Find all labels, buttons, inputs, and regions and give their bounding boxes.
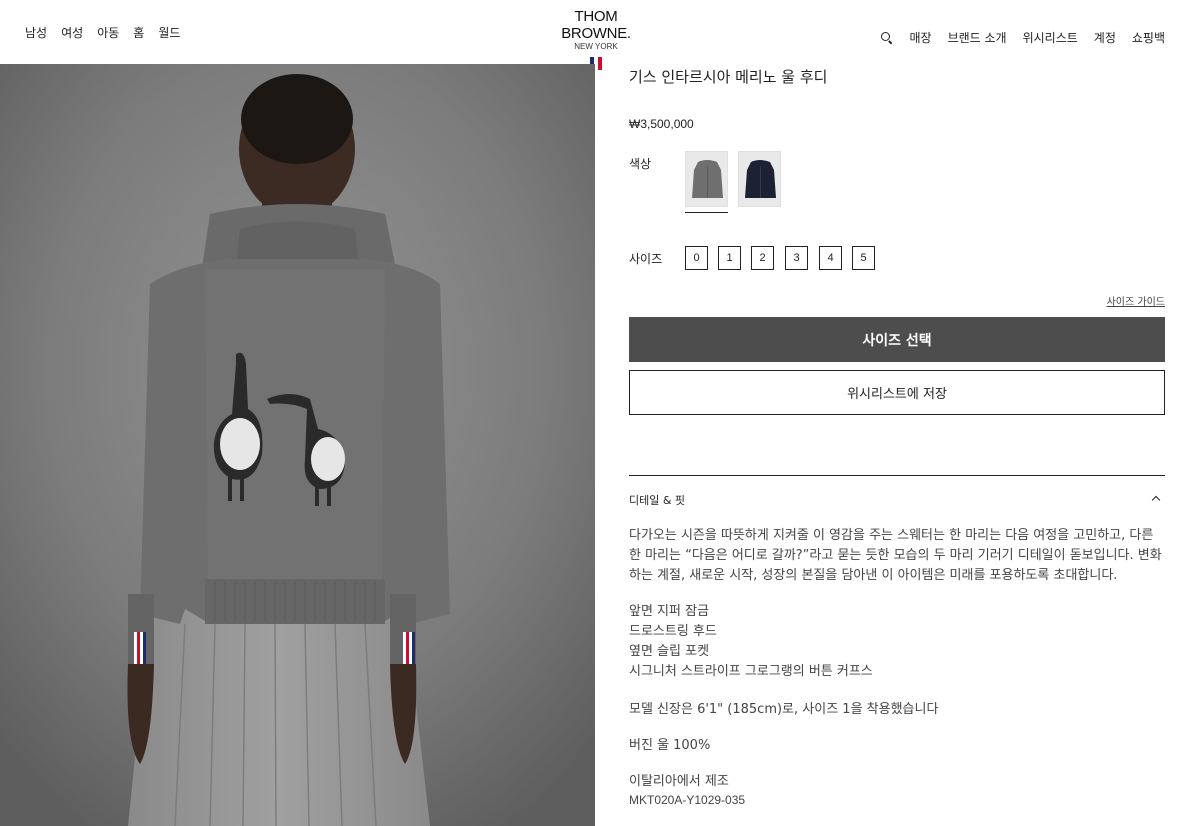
save-to-wishlist-button[interactable]: 위시리스트에 저장	[629, 370, 1165, 415]
product-description: 다가오는 시즌을 따뜻하게 지켜줄 이 영감을 주는 스웨터는 한 마리는 다음…	[629, 528, 1162, 583]
nav-kids[interactable]: 아동	[97, 24, 119, 41]
composition: 버진 울 100%	[629, 738, 711, 753]
grey-hoodie-thumbnail	[686, 152, 727, 206]
nav-stores[interactable]: 매장	[909, 29, 931, 46]
site-header: 남성 여성 아동 홈 월드 THOM BROWNE. NEW YORK 매장 브…	[0, 0, 1193, 70]
details-accordion-header[interactable]: 디테일 & 핏	[629, 492, 1165, 508]
nav-men[interactable]: 남성	[25, 24, 47, 41]
select-size-button[interactable]: 사이즈 선택	[629, 317, 1165, 362]
product-title: 기스 인타르시아 메리노 울 후디	[629, 68, 828, 86]
brand-logo[interactable]: THOM BROWNE. NEW YORK	[540, 8, 652, 70]
nav-right: 매장 브랜드 소개 위시리스트 계정 쇼핑백	[881, 29, 1165, 46]
size-label: 사이즈	[629, 252, 663, 266]
selected-color-indicator	[685, 212, 728, 213]
nav-wishlist[interactable]: 위시리스트	[1023, 29, 1078, 46]
section-divider	[629, 475, 1165, 476]
nav-women[interactable]: 여성	[61, 24, 83, 41]
search-icon[interactable]	[881, 31, 893, 44]
product-price: ₩3,500,000	[629, 117, 694, 131]
size-guide-link[interactable]: 사이즈 가이드	[1107, 293, 1165, 308]
color-swatch-navy[interactable]	[738, 151, 781, 207]
size-option-2[interactable]: 2	[751, 246, 774, 270]
navy-hoodie-thumbnail	[739, 152, 780, 206]
logo-city: NEW YORK	[574, 42, 618, 51]
size-option-1[interactable]: 1	[718, 246, 741, 270]
size-option-5[interactable]: 5	[852, 246, 875, 270]
country-of-origin: 이탈리아에서 제조	[629, 774, 729, 789]
product-image[interactable]	[0, 64, 595, 826]
product-photo	[0, 64, 595, 826]
product-sku: MKT020A-Y1029-035	[629, 793, 746, 807]
size-option-3[interactable]: 3	[785, 246, 808, 270]
size-option-4[interactable]: 4	[819, 246, 842, 270]
feature-item: 앞면 지퍼 잠금	[629, 604, 710, 619]
nav-brand-intro[interactable]: 브랜드 소개	[948, 29, 1007, 46]
nav-left: 남성 여성 아동 홈 월드	[25, 24, 180, 41]
nav-world[interactable]: 월드	[158, 24, 180, 41]
chevron-up-icon	[1151, 495, 1161, 505]
feature-item: 시그니처 스트라이프 그로그랭의 버튼 커프스	[629, 664, 873, 679]
feature-list: 앞면 지퍼 잠금 드로스트링 후드 옆면 슬립 포켓 시그니처 스트라이프 그로…	[629, 602, 873, 682]
color-label: 색상	[629, 157, 652, 171]
nav-bag[interactable]: 쇼핑백	[1132, 29, 1165, 46]
nav-account[interactable]: 계정	[1094, 29, 1116, 46]
model-info: 모델 신장은 6'1" (185cm)로, 사이즈 1을 착용했습니다	[629, 702, 939, 717]
nav-home[interactable]: 홈	[133, 24, 144, 41]
feature-item: 드로스트링 후드	[629, 624, 717, 639]
feature-item: 옆면 슬립 포켓	[629, 644, 710, 659]
color-swatch-grey[interactable]	[685, 151, 728, 207]
details-heading: 디테일 & 핏	[629, 494, 686, 507]
logo-brand: THOM BROWNE.	[561, 8, 631, 42]
size-option-0[interactable]: 0	[685, 246, 708, 270]
